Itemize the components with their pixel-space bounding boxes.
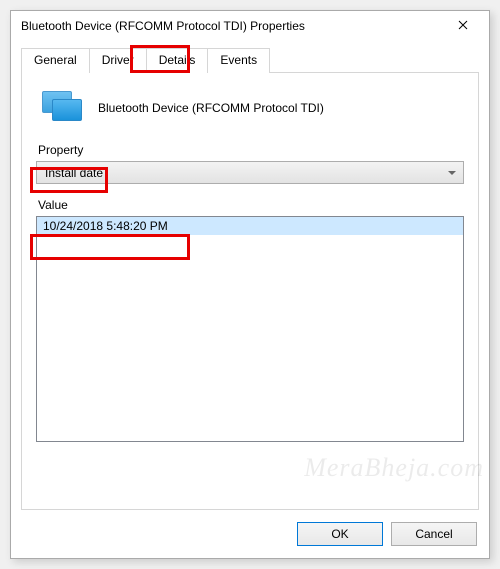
watermark-text: MeraBheja.com: [304, 453, 484, 483]
chevron-down-icon: [448, 171, 456, 175]
tab-panel-details: Bluetooth Device (RFCOMM Protocol TDI) P…: [21, 72, 479, 510]
property-dropdown[interactable]: Install date: [36, 161, 464, 184]
tab-general[interactable]: General: [21, 48, 90, 73]
close-button[interactable]: [441, 11, 485, 41]
value-listbox[interactable]: 10/24/2018 5:48:20 PM: [36, 216, 464, 442]
property-selected-value: Install date: [45, 166, 103, 180]
property-label: Property: [38, 143, 464, 157]
close-icon: [458, 19, 468, 33]
value-label: Value: [38, 198, 464, 212]
tabs-container: General Driver Details Events Bluetooth …: [21, 47, 479, 510]
tab-driver[interactable]: Driver: [89, 48, 147, 73]
cancel-button[interactable]: Cancel: [391, 522, 477, 546]
tab-events[interactable]: Events: [207, 48, 270, 73]
window-title: Bluetooth Device (RFCOMM Protocol TDI) P…: [21, 19, 441, 33]
value-item[interactable]: 10/24/2018 5:48:20 PM: [37, 217, 463, 235]
monitors-icon: [42, 91, 84, 125]
tab-strip: General Driver Details Events: [21, 47, 479, 72]
device-name-label: Bluetooth Device (RFCOMM Protocol TDI): [98, 101, 324, 115]
ok-button[interactable]: OK: [297, 522, 383, 546]
device-header: Bluetooth Device (RFCOMM Protocol TDI): [42, 91, 464, 125]
tab-details[interactable]: Details: [146, 48, 209, 73]
dialog-buttons: OK Cancel: [11, 510, 489, 558]
titlebar: Bluetooth Device (RFCOMM Protocol TDI) P…: [11, 11, 489, 41]
